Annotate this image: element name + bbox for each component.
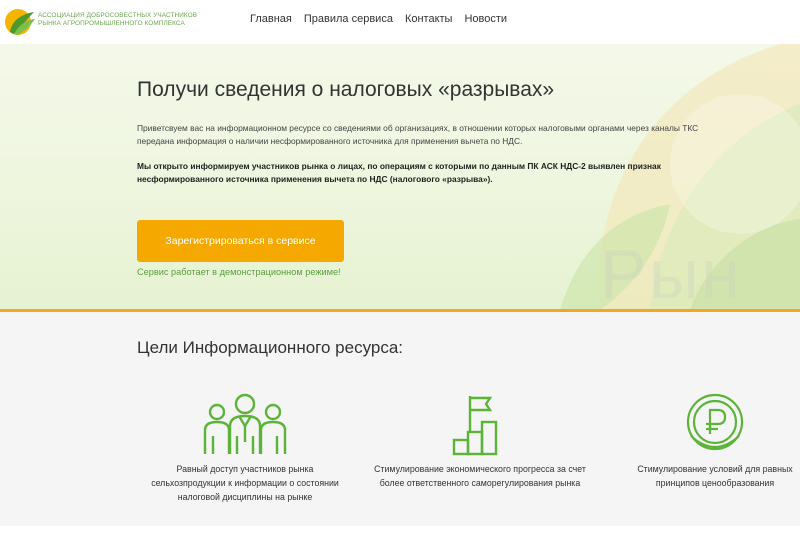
nav-link-service-rules[interactable]: Правила сервиса xyxy=(304,13,393,25)
hero-description: Приветсвуем вас на информационном ресурс… xyxy=(137,123,699,146)
nav-link-home[interactable]: Главная xyxy=(250,13,292,25)
goals-title: Цели Информационного ресурса: xyxy=(137,338,404,357)
logo-text: Ассоциация добросовестных участников рын… xyxy=(38,12,197,28)
goal-text: Стимулирование условий для равных принци… xyxy=(637,464,793,488)
hero-title: Получи сведения о налоговых «разрывах» xyxy=(137,78,555,101)
goal-text: Равный доступ участников рынка сельхозпр… xyxy=(151,464,339,502)
demo-mode-note: Сервис работает в демонстрационном режим… xyxy=(137,267,341,277)
logo-text-line2: рынка агропромышленного комплекса xyxy=(38,20,185,27)
nav-link-news[interactable]: Новости xyxy=(464,13,507,25)
logo-text-line1: Ассоциация добросовестных участников xyxy=(38,12,198,19)
people-group-icon xyxy=(203,393,287,454)
goal-item-pricing: Стимулирование условий для равных принци… xyxy=(620,392,800,490)
hero-watermark: Рын xyxy=(600,235,742,310)
nav-link-contacts[interactable]: Контакты xyxy=(405,13,453,25)
goal-text: Стимулирование экономического прогресса … xyxy=(374,464,586,488)
ruble-coin-icon xyxy=(686,393,744,451)
growth-stairs-flag-icon xyxy=(452,396,498,456)
main-nav: Главная Правила сервиса Контакты Новости xyxy=(250,13,507,25)
goal-item-equal-access: Равный доступ участников рынка сельхозпр… xyxy=(140,392,350,504)
goal-item-economic-progress: Стимулирование экономического прогресса … xyxy=(370,392,590,490)
hero-notice: Мы открыто информируем участников рынка … xyxy=(137,161,661,184)
site-header: Ассоциация добросовестных участников рын… xyxy=(0,0,800,44)
hero-section: Рын Получи сведения о налоговых «разрыва… xyxy=(0,44,800,310)
register-button[interactable]: Зарегистрироваться в сервисе xyxy=(137,220,344,262)
goals-section: Цели Информационного ресурса: Равный дос… xyxy=(0,312,800,526)
association-logo-icon[interactable] xyxy=(4,6,36,38)
